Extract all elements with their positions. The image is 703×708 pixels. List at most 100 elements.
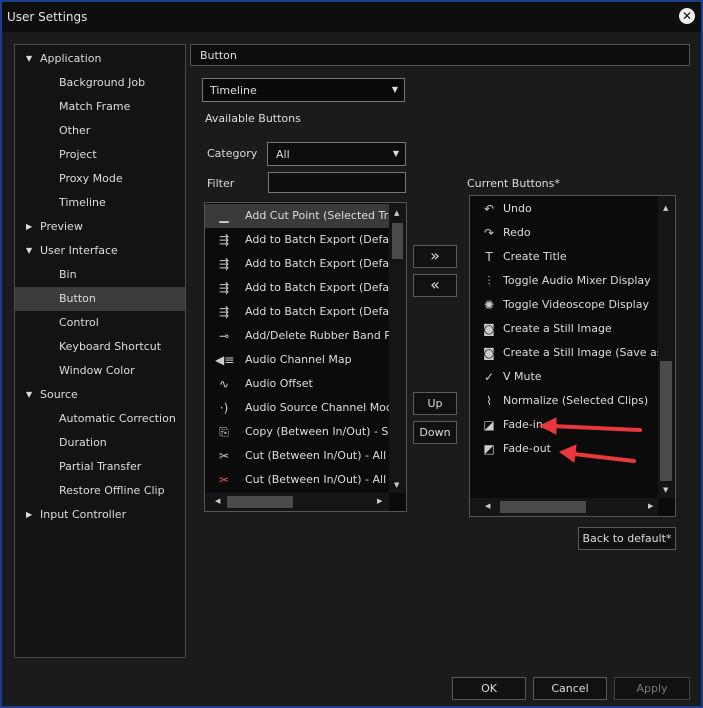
tree-item[interactable]: Window Color	[15, 359, 185, 383]
tree-item-label: Duration	[59, 436, 107, 449]
list-item-label: Audio Offset	[245, 377, 313, 390]
list-item[interactable]: ▁ Add Cut Point (Selected Track	[205, 204, 389, 228]
category-select[interactable]: All ▼	[267, 142, 406, 166]
tree-item[interactable]: ▶ Input Controller	[15, 503, 185, 527]
list-item-label: Add Cut Point (Selected Track	[245, 209, 389, 222]
back-to-default-button[interactable]: Back to default*	[578, 527, 676, 550]
list-item[interactable]: ↶ Undo	[470, 197, 658, 221]
tree-item-label: Restore Offline Clip	[59, 484, 165, 497]
list-item[interactable]: ◙ Create a Still Image	[470, 317, 658, 341]
list-item[interactable]: ✓ V Mute	[470, 365, 658, 389]
tree-item[interactable]: Other	[15, 119, 185, 143]
expand-arrow-down-icon[interactable]: ▼	[26, 47, 32, 71]
tree-item-label: Background Job	[59, 76, 146, 89]
tree-item[interactable]: Bin	[15, 263, 185, 287]
vertical-scrollbar[interactable]: ▲ ▼	[389, 203, 406, 493]
normalize-icon: ⌇	[486, 394, 492, 408]
list-item-label: Redo	[503, 226, 531, 239]
title-icon: T	[485, 250, 493, 264]
list-item[interactable]: ⎘ Copy (Between In/Out) - Sele	[205, 420, 389, 444]
expand-arrow-down-icon[interactable]: ▼	[26, 239, 32, 263]
remove-button[interactable]: «	[413, 274, 457, 297]
scrollbar-thumb[interactable]	[500, 501, 586, 513]
list-item[interactable]: ·) Audio Source Channel Mode (	[205, 396, 389, 420]
tree-item[interactable]: ▼ Application	[15, 47, 185, 71]
tree-item[interactable]: ▶ Preview	[15, 215, 185, 239]
horizontal-scrollbar[interactable]: ◀ ▶	[205, 493, 389, 511]
cancel-button[interactable]: Cancel	[533, 677, 607, 700]
list-item[interactable]: ⇶ Add to Batch Export (Default	[205, 300, 389, 324]
chevron-down-icon: ▼	[392, 149, 399, 158]
tree-item[interactable]: ▼ User Interface	[15, 239, 185, 263]
list-item[interactable]: ✂ Cut (Between In/Out) - All Tra	[205, 468, 389, 492]
scrollbar-thumb[interactable]	[660, 361, 672, 481]
available-buttons-list[interactable]: ▲ ▼ ◀ ▶ ▁ Add Cut Point (Selected Track ⇶ A…	[204, 202, 407, 512]
list-item[interactable]: ✂ Cut (Between In/Out) - All Tra	[205, 444, 389, 468]
undo-icon: ↶	[483, 202, 495, 216]
window-title: User Settings	[7, 10, 88, 24]
up-button[interactable]: Up	[413, 392, 457, 415]
horizontal-scrollbar[interactable]: ◀ ▶	[470, 498, 658, 516]
vertical-scrollbar[interactable]: ▲ ▼	[658, 196, 675, 498]
tree-item-label: User Interface	[40, 244, 118, 257]
expand-arrow-down-icon[interactable]: ▼	[26, 383, 32, 407]
ok-button[interactable]: OK	[452, 677, 526, 700]
list-item[interactable]: ◙ Create a Still Image (Save as)	[470, 341, 658, 365]
list-item[interactable]: ⇶ Add to Batch Export (Default	[205, 276, 389, 300]
tree-item-label: Match Frame	[59, 100, 131, 113]
list-item[interactable]: T Create Title	[470, 245, 658, 269]
list-item-label: Cut (Between In/Out) - All Tra	[245, 449, 389, 462]
apply-button[interactable]: Apply	[614, 677, 690, 700]
list-item-label: Create a Still Image (Save as)	[503, 346, 658, 359]
list-item[interactable]: ⊸ Add/Delete Rubber Band Poin	[205, 324, 389, 348]
scrollbar-thumb[interactable]	[392, 223, 403, 259]
list-item[interactable]: ⇶ Add to Batch Export (Default	[205, 228, 389, 252]
tree-item[interactable]: Restore Offline Clip	[15, 479, 185, 503]
tree-item[interactable]: Project	[15, 143, 185, 167]
tree-item[interactable]: ▼ Source	[15, 383, 185, 407]
section-header: Button	[190, 44, 690, 66]
tree-item-label: Keyboard Shortcut	[59, 340, 162, 353]
audio-mixer-icon: ⫶	[487, 274, 491, 288]
list-item[interactable]: ⫶ Toggle Audio Mixer Display	[470, 269, 658, 293]
list-item-label: Add to Batch Export (Default	[245, 233, 389, 246]
audio-channel-map-icon: ◀≡	[215, 353, 235, 367]
list-item-label: Add to Batch Export (Default	[245, 305, 389, 318]
tree-item[interactable]: Proxy Mode	[15, 167, 185, 191]
expand-arrow-right-icon[interactable]: ▶	[26, 215, 32, 239]
list-item[interactable]: ⌇ Normalize (Selected Clips)	[470, 389, 658, 413]
tree-item[interactable]: Timeline	[15, 191, 185, 215]
tree-item[interactable]: Duration	[15, 431, 185, 455]
down-button[interactable]: Down	[413, 421, 457, 444]
add-button[interactable]: »	[413, 245, 457, 268]
tree-item[interactable]: Automatic Correction	[15, 407, 185, 431]
list-item[interactable]: ∿ Audio Offset	[205, 372, 389, 396]
expand-arrow-right-icon[interactable]: ▶	[26, 503, 32, 527]
list-item-label: Add to Batch Export (Default	[245, 257, 389, 270]
list-item-label: Create Title	[503, 250, 567, 263]
cut-point-icon: ▁	[219, 209, 229, 223]
title-bar: User Settings ✕	[2, 2, 701, 32]
scrollbar-thumb[interactable]	[227, 496, 293, 508]
batch-export-4-icon: ⇶	[218, 305, 230, 319]
tree-item[interactable]: Keyboard Shortcut	[15, 335, 185, 359]
tree-item-label: Application	[40, 52, 102, 65]
list-item[interactable]: ✺ Toggle Videoscope Display	[470, 293, 658, 317]
list-item[interactable]: ↷ Redo	[470, 221, 658, 245]
tree-item[interactable]: Control	[15, 311, 185, 335]
batch-export-3-icon: ⇶	[218, 281, 230, 295]
tree-item-label: Timeline	[59, 196, 106, 209]
tree-item-label: Partial Transfer	[59, 460, 142, 473]
tree-item[interactable]: Partial Transfer	[15, 455, 185, 479]
tree-item-label: Window Color	[59, 364, 135, 377]
audio-offset-icon: ∿	[218, 377, 230, 391]
tree-item[interactable]: Background Job	[15, 71, 185, 95]
tree-item[interactable]: Match Frame	[15, 95, 185, 119]
chevron-down-icon: ▼	[391, 85, 398, 94]
list-item[interactable]: ⇶ Add to Batch Export (Default	[205, 252, 389, 276]
close-icon[interactable]: ✕	[679, 8, 695, 24]
tree-item[interactable]: Button	[15, 287, 185, 311]
context-select[interactable]: Timeline ▼	[202, 78, 405, 102]
filter-input[interactable]	[268, 172, 406, 193]
list-item[interactable]: ◀≡ Audio Channel Map	[205, 348, 389, 372]
